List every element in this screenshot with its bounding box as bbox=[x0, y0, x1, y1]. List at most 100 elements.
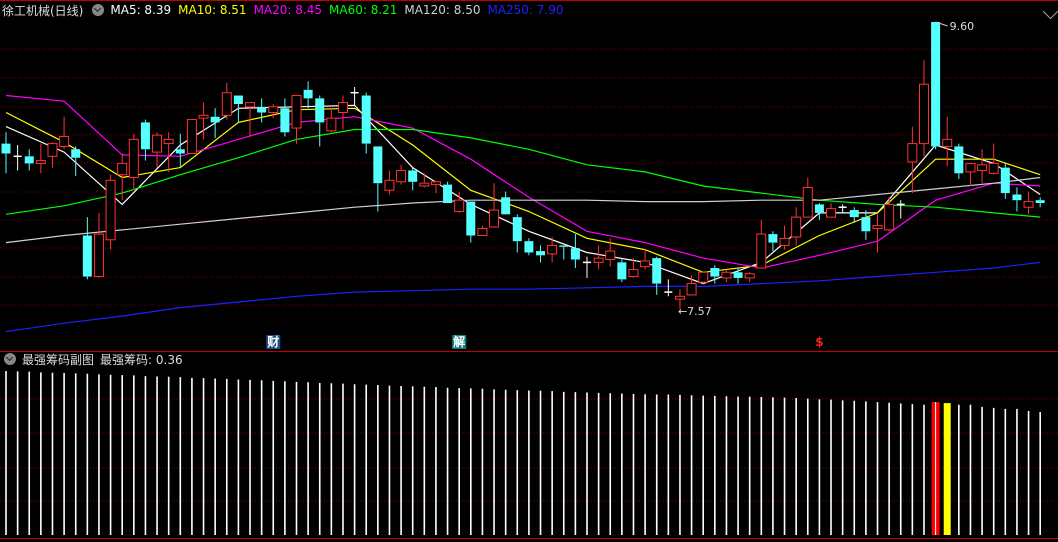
candle bbox=[744, 272, 755, 283]
candle-body bbox=[977, 164, 988, 171]
candle bbox=[756, 219, 767, 269]
candle-body bbox=[652, 258, 662, 284]
candle bbox=[47, 142, 58, 168]
candle-body bbox=[105, 179, 116, 241]
candle bbox=[140, 119, 150, 161]
ma20-label: MA20: 8.45 bbox=[253, 3, 322, 17]
ma10-label: MA10: 8.51 bbox=[178, 3, 247, 17]
candle-body bbox=[454, 199, 465, 212]
candle bbox=[698, 271, 709, 284]
candle-body bbox=[954, 146, 964, 174]
candle bbox=[163, 132, 174, 172]
candle bbox=[768, 231, 778, 252]
candle bbox=[652, 256, 662, 295]
candle-body bbox=[47, 143, 58, 157]
chevron-down-icon[interactable] bbox=[4, 353, 16, 365]
candle-body bbox=[779, 237, 790, 246]
candle bbox=[617, 259, 627, 283]
candle-body bbox=[210, 116, 220, 123]
candle bbox=[802, 177, 813, 218]
candle-body bbox=[396, 169, 407, 183]
candle bbox=[559, 245, 569, 260]
candle-body bbox=[82, 235, 92, 277]
stock-chart[interactable]: 9.60 ←7.57 财 解 $ bbox=[0, 0, 1058, 542]
candle-body bbox=[245, 102, 256, 108]
candle bbox=[664, 279, 673, 297]
candle-body bbox=[1023, 201, 1034, 208]
candle-body bbox=[1000, 167, 1010, 194]
candle-body bbox=[71, 149, 81, 158]
candle-body bbox=[698, 271, 709, 283]
sub-chart-title: 最强筹码副图 bbox=[22, 352, 95, 367]
candle-body bbox=[128, 138, 139, 179]
candle bbox=[954, 143, 964, 179]
candle bbox=[583, 256, 591, 278]
sub-chart-header: 最强筹码副图 最强筹码: 0.36 bbox=[2, 352, 183, 367]
candle-body bbox=[593, 257, 604, 263]
candle-body bbox=[1012, 194, 1022, 201]
event-marker: 解 bbox=[453, 334, 465, 349]
candle bbox=[13, 145, 22, 171]
candle bbox=[210, 108, 220, 138]
ma-line-ma5 bbox=[5, 104, 1041, 285]
candle-body bbox=[768, 234, 778, 243]
candle-body bbox=[337, 102, 348, 113]
candle bbox=[1012, 187, 1022, 212]
candle-body bbox=[477, 227, 488, 237]
chevron-down-icon[interactable] bbox=[92, 4, 105, 16]
candle-body bbox=[988, 162, 999, 174]
candle-body bbox=[501, 197, 511, 215]
candle-body bbox=[152, 134, 163, 153]
candle-body bbox=[280, 108, 290, 133]
candle-body bbox=[384, 179, 395, 191]
event-marker: 财 bbox=[266, 334, 279, 349]
indicator-value: 最强筹码: 0.36 bbox=[100, 352, 183, 367]
candle-body bbox=[163, 138, 174, 145]
candle bbox=[35, 143, 46, 174]
candle-body bbox=[326, 117, 337, 132]
candle-body bbox=[931, 22, 941, 147]
candle bbox=[1023, 191, 1034, 215]
candle bbox=[593, 245, 604, 270]
candle-body bbox=[686, 283, 697, 296]
candle-body bbox=[315, 98, 325, 123]
candle-body bbox=[756, 233, 767, 269]
candle-body bbox=[408, 170, 418, 182]
candle-body bbox=[721, 271, 732, 279]
candle bbox=[501, 191, 511, 215]
ma-line-ma250 bbox=[5, 261, 1041, 333]
candle-body bbox=[710, 268, 720, 277]
candle bbox=[640, 249, 651, 270]
candle bbox=[814, 202, 824, 220]
candle bbox=[466, 201, 476, 243]
candle-body bbox=[140, 122, 150, 150]
candle-body bbox=[674, 295, 685, 300]
candle-body bbox=[117, 162, 128, 176]
candle bbox=[303, 81, 313, 109]
candle-body bbox=[175, 149, 185, 154]
max-price-label: 9.60 bbox=[950, 20, 975, 33]
candle-body bbox=[489, 209, 500, 228]
candle-body bbox=[907, 143, 918, 163]
candle-body bbox=[186, 119, 197, 155]
ma60-label: MA60: 8.21 bbox=[329, 3, 398, 17]
ma250-label: MA250: 7.90 bbox=[487, 3, 564, 17]
main-chart-header: 徐工机械(日线) MA5: 8.39 MA10: 8.51 MA20: 8.45… bbox=[2, 2, 571, 18]
candle-body bbox=[430, 181, 441, 186]
candle-body bbox=[512, 217, 522, 242]
candle-body bbox=[628, 268, 639, 278]
candle bbox=[965, 162, 976, 187]
candle bbox=[430, 181, 441, 194]
candle bbox=[350, 87, 359, 106]
candle-body bbox=[884, 203, 895, 231]
candle-body bbox=[466, 201, 476, 236]
candle bbox=[396, 164, 407, 185]
candle-body bbox=[617, 262, 627, 280]
candle-body bbox=[570, 248, 580, 260]
event-marker: $ bbox=[815, 335, 823, 349]
candle-body bbox=[547, 244, 558, 255]
candle bbox=[826, 202, 837, 218]
candle-body bbox=[733, 272, 743, 278]
candle-body bbox=[291, 95, 302, 129]
candle bbox=[337, 95, 348, 130]
